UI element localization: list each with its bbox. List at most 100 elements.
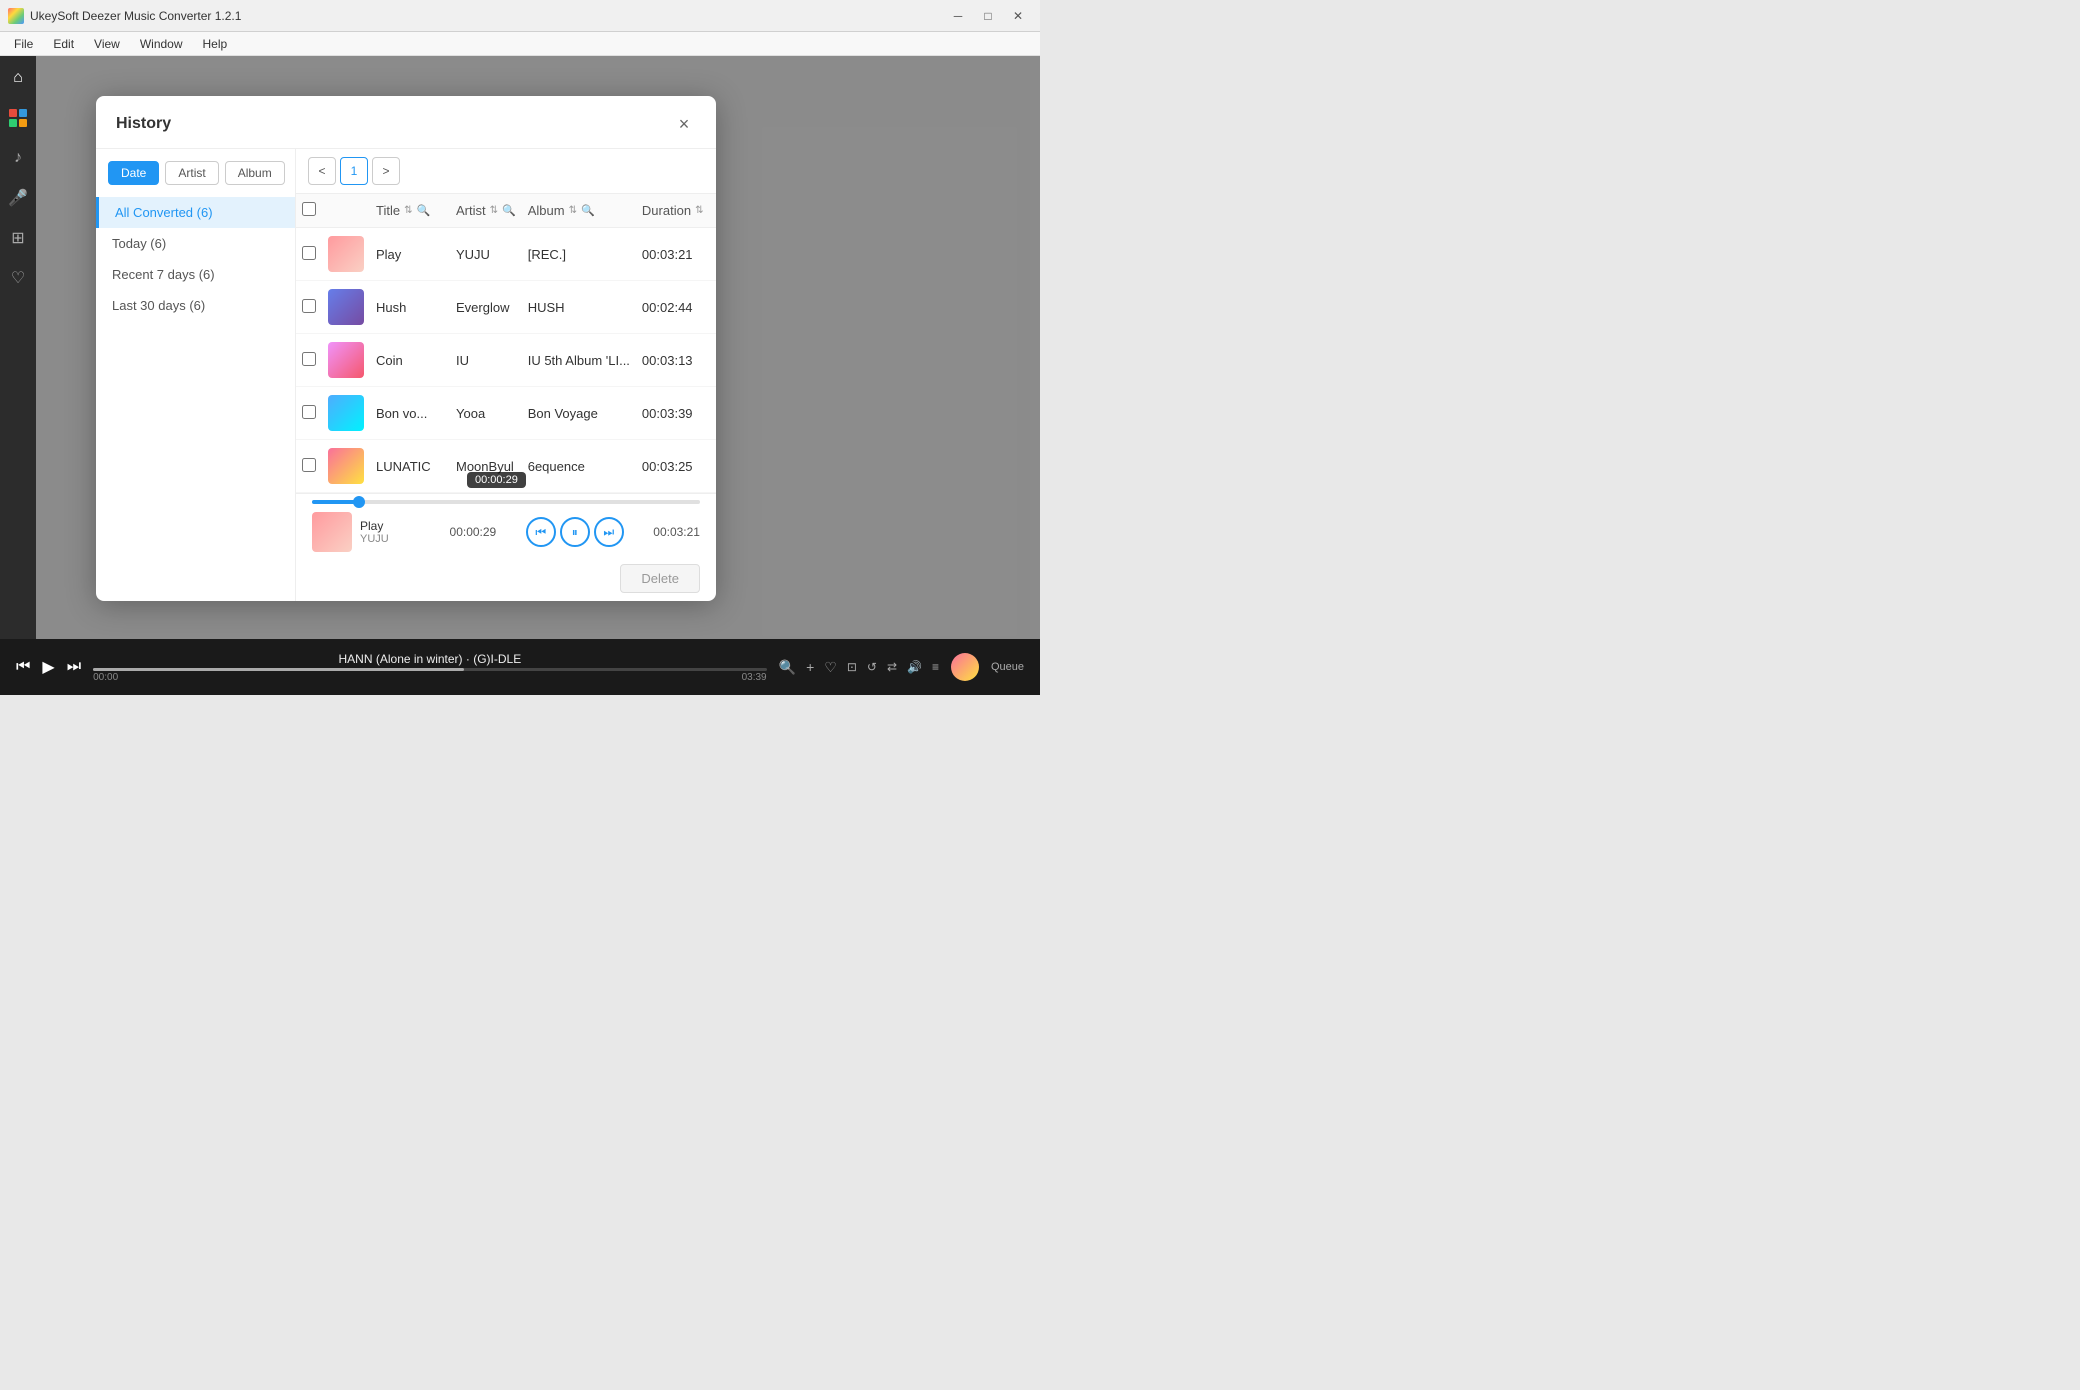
dialog-overlay: History × Date Artist Album All Converte… xyxy=(36,56,1040,639)
filter-tab-artist[interactable]: Artist xyxy=(165,161,218,185)
duration-sort-icon[interactable]: ⇅ xyxy=(695,205,703,216)
artist-search-icon[interactable]: 🔍 xyxy=(502,204,516,217)
page-next-button[interactable]: > xyxy=(372,157,400,185)
dialog-title: History xyxy=(116,115,171,133)
menu-file[interactable]: File xyxy=(4,35,43,53)
app-title: UkeySoft Deezer Music Converter 1.2.1 xyxy=(30,9,944,23)
table-row: Bon vo...YooaBon Voyage00:03:39▶📁🗑 xyxy=(296,387,716,440)
table-row: PlayYUJU[REC.]00:03:21📁🗑 xyxy=(296,228,716,281)
title-search-icon[interactable]: 🔍 xyxy=(416,204,430,217)
dialog-header: History × xyxy=(96,96,716,149)
player-area: 00:00:29 Play YUJU xyxy=(296,493,716,556)
page-1-button[interactable]: 1 xyxy=(340,157,368,185)
delete-button[interactable]: Delete xyxy=(620,564,700,593)
bottom-repeat-icon[interactable]: ↺ xyxy=(867,660,877,674)
bottom-heart-icon[interactable]: ♡ xyxy=(824,659,837,676)
bottom-next-button[interactable]: ⏭ xyxy=(67,658,81,676)
filter-tab-date[interactable]: Date xyxy=(108,161,159,185)
row-checkbox-5[interactable] xyxy=(302,458,316,472)
bottom-eq-icon[interactable]: ≡ xyxy=(932,660,939,674)
bottom-cast-icon[interactable]: ⊡ xyxy=(847,660,857,674)
col-actions xyxy=(709,194,716,228)
song-thumb-4 xyxy=(328,395,364,431)
song-title-2: Hush xyxy=(370,281,450,334)
artist-sort-icon[interactable]: ⇅ xyxy=(490,205,498,216)
song-duration-5: 00:03:25 xyxy=(636,440,710,493)
bottom-time-start: 00:00 xyxy=(93,672,118,683)
nav-item-today[interactable]: Today (6) xyxy=(96,228,295,259)
bottom-search-icon[interactable]: 🔍 xyxy=(779,659,796,676)
player-thumbnail xyxy=(312,512,352,552)
progress-bar[interactable] xyxy=(312,500,700,504)
player-prev-button[interactable]: ⏮ xyxy=(526,517,556,547)
row-checkbox-3[interactable] xyxy=(302,352,316,366)
row-checkbox-4[interactable] xyxy=(302,405,316,419)
filter-tab-album[interactable]: Album xyxy=(225,161,285,185)
left-panel: Date Artist Album All Converted (6) Toda… xyxy=(96,149,296,601)
play-button-3[interactable]: ▶ xyxy=(715,349,716,371)
app-icon xyxy=(8,8,24,24)
nav-item-last30[interactable]: Last 30 days (6) xyxy=(96,290,295,321)
sidebar-icon-music[interactable]: ♪ xyxy=(4,144,32,172)
play-button-2[interactable]: ▶ xyxy=(715,296,716,318)
window-controls: ─ □ ✕ xyxy=(944,6,1032,26)
bottom-prev-button[interactable]: ⏮ xyxy=(16,658,30,676)
bottom-progress-fill xyxy=(93,668,463,671)
song-album-1: [REC.] xyxy=(522,228,636,281)
sidebar-icon-grid[interactable]: ⊞ xyxy=(4,224,32,252)
album-sort-icon[interactable]: ⇅ xyxy=(569,205,577,216)
play-button-4[interactable]: ▶ xyxy=(715,402,716,424)
player-next-button[interactable]: ⏭ xyxy=(594,517,624,547)
dialog-close-button[interactable]: × xyxy=(672,112,696,136)
bottom-add-icon[interactable]: + xyxy=(806,659,814,675)
row-actions-3: ▶📁🗑 xyxy=(715,349,716,371)
col-duration: Duration ⇅ xyxy=(636,194,710,228)
page-prev-button[interactable]: < xyxy=(308,157,336,185)
player-title: Play xyxy=(360,519,420,533)
bottom-shuffle-icon[interactable]: ⇄ xyxy=(887,660,897,674)
menu-window[interactable]: Window xyxy=(130,35,193,53)
bottom-queue-label[interactable]: Queue xyxy=(991,661,1024,673)
bottom-play-button[interactable]: ▶ xyxy=(42,657,54,677)
row-checkbox-2[interactable] xyxy=(302,299,316,313)
col-thumb xyxy=(322,194,370,228)
bottom-progress-bar[interactable] xyxy=(93,668,767,671)
maximize-button[interactable]: □ xyxy=(974,6,1002,26)
song-album-4: Bon Voyage xyxy=(522,387,636,440)
bottom-avatar xyxy=(951,653,979,681)
menu-help[interactable]: Help xyxy=(193,35,238,53)
player-pause-button[interactable]: ⏸ xyxy=(560,517,590,547)
progress-thumb[interactable] xyxy=(353,496,365,508)
minimize-button[interactable]: ─ xyxy=(944,6,972,26)
content-area: History × Date Artist Album All Converte… xyxy=(36,56,1040,639)
sidebar-icon-mic[interactable]: 🎤 xyxy=(4,184,32,212)
player-info: Play YUJU xyxy=(360,519,420,545)
row-checkbox-1[interactable] xyxy=(302,246,316,260)
progress-container: 00:00:29 xyxy=(312,500,700,504)
songs-table: Title ⇅ 🔍 Artist xyxy=(296,194,716,493)
equalizer-icon-1[interactable] xyxy=(715,243,716,265)
select-all-checkbox[interactable] xyxy=(302,202,316,216)
progress-tooltip: 00:00:29 xyxy=(467,472,526,488)
close-button[interactable]: ✕ xyxy=(1004,6,1032,26)
sidebar-icon-heart[interactable]: ♡ xyxy=(4,264,32,292)
sidebar-icon-colorful[interactable] xyxy=(4,104,32,132)
song-artist-3: IU xyxy=(450,334,522,387)
nav-item-recent7[interactable]: Recent 7 days (6) xyxy=(96,259,295,290)
menu-edit[interactable]: Edit xyxy=(43,35,84,53)
song-title-4: Bon vo... xyxy=(370,387,450,440)
sidebar-icon-home[interactable]: ⌂ xyxy=(4,64,32,92)
song-title-5: LUNATIC xyxy=(370,440,450,493)
song-thumb-2 xyxy=(328,289,364,325)
row-actions-5: ▶📁🗑 xyxy=(715,455,716,477)
menu-view[interactable]: View xyxy=(84,35,130,53)
row-actions-4: ▶📁🗑 xyxy=(715,402,716,424)
play-button-5[interactable]: ▶ xyxy=(715,455,716,477)
bottom-volume-icon[interactable]: 🔊 xyxy=(907,660,922,674)
nav-item-all[interactable]: All Converted (6) xyxy=(96,197,295,228)
title-sort-icon[interactable]: ⇅ xyxy=(404,205,412,216)
nav-items: All Converted (6) Today (6) Recent 7 day… xyxy=(96,197,295,321)
title-bar: UkeySoft Deezer Music Converter 1.2.1 ─ … xyxy=(0,0,1040,32)
song-title-1: Play xyxy=(370,228,450,281)
album-search-icon[interactable]: 🔍 xyxy=(581,204,595,217)
